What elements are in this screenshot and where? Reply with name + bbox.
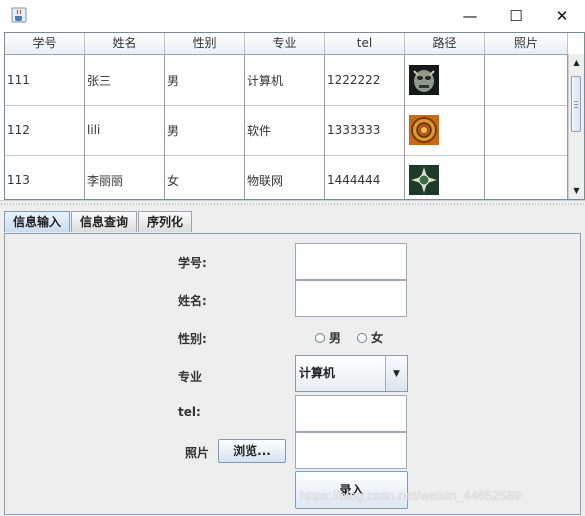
- table-vertical-scrollbar[interactable]: ▲ ▼: [568, 54, 584, 199]
- scroll-down-icon[interactable]: ▼: [569, 183, 584, 198]
- cell-major[interactable]: 软件: [245, 105, 325, 155]
- cell-photo[interactable]: [485, 55, 568, 105]
- cell-name[interactable]: lili: [85, 105, 165, 155]
- table-header: 学号 姓名 性别 专业 tel 路径 照片: [5, 33, 568, 55]
- gender-label: 性别:: [178, 332, 207, 346]
- tab-serialize[interactable]: 序列化: [138, 211, 193, 232]
- gender-male-radio[interactable]: 男: [315, 329, 341, 346]
- major-combobox[interactable]: 计算机 ▼: [295, 355, 408, 392]
- tabbed-pane: 信息输入 信息查询 序列化 学号: 姓名: 性别: 男 女 专业 计算机 ▼ t…: [0, 208, 585, 516]
- chevron-down-icon[interactable]: ▼: [385, 356, 407, 391]
- cell-tel[interactable]: 1444444: [325, 155, 405, 199]
- scroll-up-icon[interactable]: ▲: [569, 55, 584, 70]
- tel-field[interactable]: [295, 395, 407, 432]
- cell-photo[interactable]: [485, 155, 568, 199]
- input-form-panel: 学号: 姓名: 性别: 男 女 专业 计算机 ▼ tel: 照片 浏览... 录…: [4, 233, 581, 515]
- cell-student-id[interactable]: 112: [5, 105, 85, 155]
- student-id-field[interactable]: [295, 243, 407, 280]
- name-field[interactable]: [295, 280, 407, 317]
- minimize-button[interactable]: —: [447, 0, 493, 31]
- student-table: 学号 姓名 性别 专业 tel 路径 照片 111 张三 男 计算机 12222…: [4, 32, 585, 200]
- watermark-text: https://blog.csdn.net/weixin_44652589: [300, 488, 522, 503]
- column-header-tel[interactable]: tel: [325, 33, 405, 54]
- cell-tel[interactable]: 1333333: [325, 105, 405, 155]
- cell-student-id[interactable]: 113: [5, 155, 85, 199]
- column-header-student-id[interactable]: 学号: [5, 33, 85, 54]
- table-row[interactable]: 112 lili 男 软件 1333333: [5, 105, 568, 156]
- photo-label: 照片: [185, 446, 210, 460]
- cell-tel[interactable]: 1222222: [325, 55, 405, 105]
- column-header-gender[interactable]: 性别: [165, 33, 245, 54]
- cell-gender[interactable]: 女: [165, 155, 245, 199]
- tab-info-input[interactable]: 信息输入: [4, 211, 71, 232]
- scrollbar-thumb[interactable]: [571, 76, 581, 132]
- close-button[interactable]: ✕: [539, 0, 585, 31]
- java-cup-icon: [11, 7, 27, 23]
- photo-path-field[interactable]: [295, 432, 407, 469]
- cell-gender[interactable]: 男: [165, 105, 245, 155]
- cell-name[interactable]: 张三: [85, 55, 165, 105]
- cell-path[interactable]: [405, 105, 485, 155]
- column-header-major[interactable]: 专业: [245, 33, 325, 54]
- column-header-photo[interactable]: 照片: [485, 33, 568, 54]
- student-id-label: 学号:: [178, 256, 207, 270]
- table-row[interactable]: 111 张三 男 计算机 1222222: [5, 55, 568, 106]
- tab-info-query[interactable]: 信息查询: [71, 211, 138, 232]
- gender-female-label: 女: [371, 331, 384, 345]
- major-selected-value: 计算机: [299, 366, 336, 380]
- cell-student-id[interactable]: 111: [5, 55, 85, 105]
- radio-circle-icon: [315, 332, 325, 343]
- aztec-sun-image: [409, 115, 439, 145]
- tribal-mask-image: [409, 65, 439, 95]
- table-row[interactable]: 113 李丽丽 女 物联网 1444444: [5, 155, 568, 199]
- cell-major[interactable]: 物联网: [245, 155, 325, 199]
- radio-circle-icon: [357, 332, 367, 343]
- major-label: 专业: [178, 370, 203, 384]
- maximize-button[interactable]: ☐: [493, 0, 539, 31]
- cell-gender[interactable]: 男: [165, 55, 245, 105]
- cell-path[interactable]: [405, 55, 485, 105]
- cell-path[interactable]: [405, 155, 485, 199]
- tab-bar: 信息输入 信息查询 序列化: [4, 211, 193, 233]
- mandala-image: [409, 165, 439, 195]
- cell-major[interactable]: 计算机: [245, 55, 325, 105]
- title-bar: — ☐ ✕: [0, 0, 585, 31]
- cell-photo[interactable]: [485, 105, 568, 155]
- gender-male-label: 男: [329, 331, 342, 345]
- column-header-path[interactable]: 路径: [405, 33, 485, 54]
- browse-button[interactable]: 浏览...: [218, 439, 286, 463]
- name-label: 姓名:: [178, 294, 207, 308]
- column-header-name[interactable]: 姓名: [85, 33, 165, 54]
- tel-label: tel:: [178, 405, 201, 419]
- gender-female-radio[interactable]: 女: [357, 329, 383, 346]
- cell-name[interactable]: 李丽丽: [85, 155, 165, 199]
